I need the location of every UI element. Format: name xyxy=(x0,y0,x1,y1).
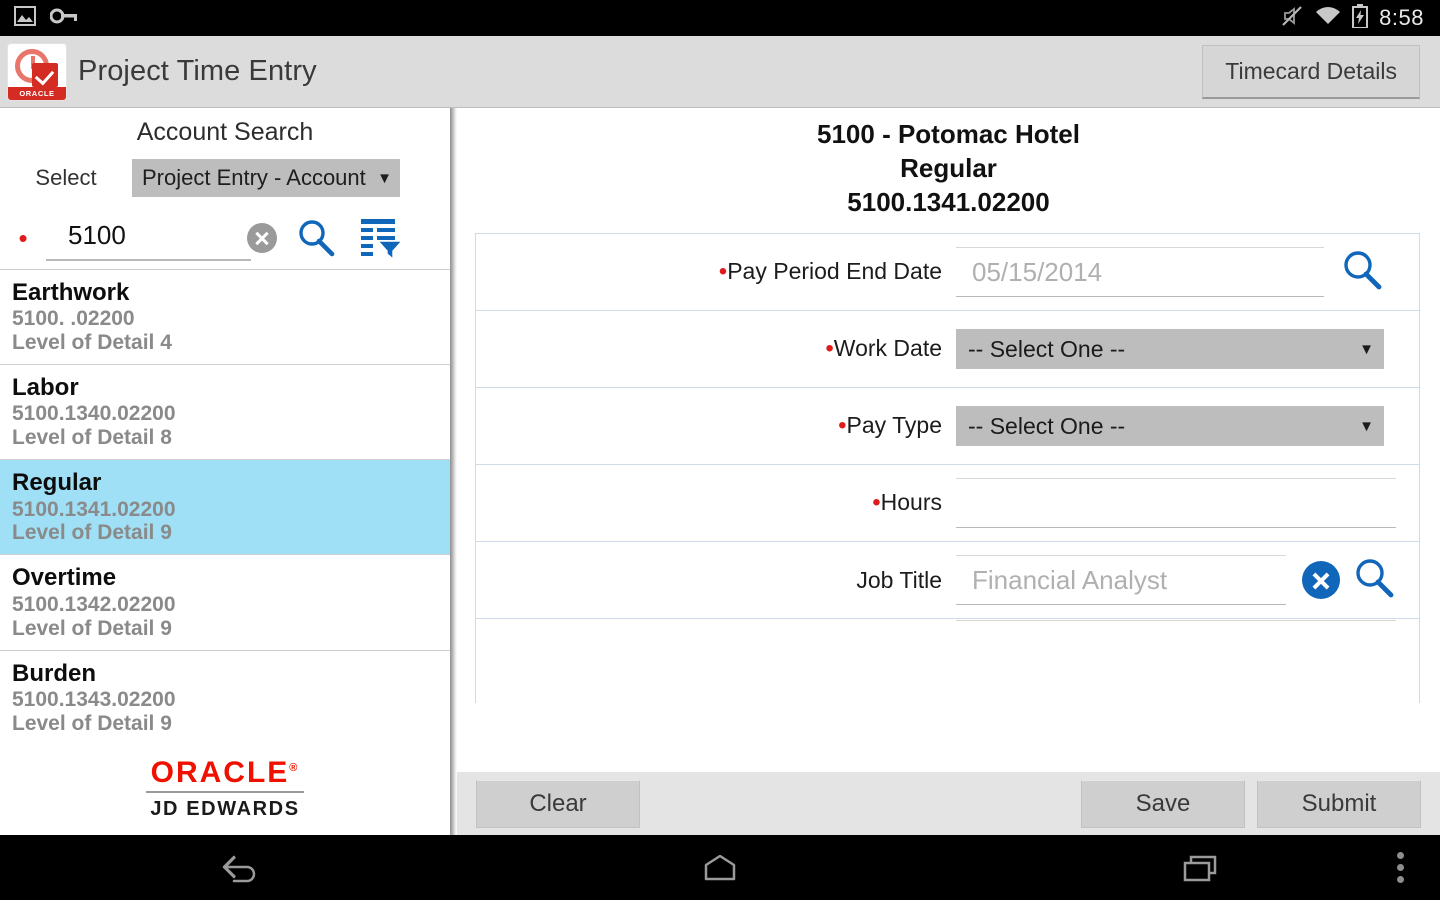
clear-button[interactable]: Clear xyxy=(476,779,640,828)
mute-icon xyxy=(1280,4,1304,33)
work-date-label: •Work Date xyxy=(825,335,942,363)
main-content: Account Search Select Project Entry - Ac… xyxy=(0,108,1440,835)
screen-root: 8:58 ORACLE Project Time Entry Timecard … xyxy=(0,0,1440,900)
account-number: 5100.1343.02200 xyxy=(12,687,176,711)
clear-search-icon[interactable] xyxy=(247,223,277,253)
account-level-of-detail: Level of Detail 4 xyxy=(12,331,172,355)
pay-period-end-date-search-icon[interactable] xyxy=(1340,248,1384,297)
pay-type-dropdown[interactable]: -- Select One -- ▼ xyxy=(956,406,1384,447)
chevron-down-icon: ▼ xyxy=(377,169,392,187)
account-search-input[interactable] xyxy=(46,219,206,255)
account-level-of-detail: Level of Detail 9 xyxy=(12,521,172,545)
chevron-down-icon: ▼ xyxy=(1359,340,1374,358)
search-type-row: Select Project Entry - Account M ▼ xyxy=(0,153,450,207)
account-level-of-detail: Level of Detail 8 xyxy=(12,426,172,450)
account-name: Regular xyxy=(12,469,102,497)
account-level-of-detail: Level of Detail 9 xyxy=(12,711,172,735)
account-search-panel: Account Search Select Project Entry - Ac… xyxy=(0,108,450,835)
more-vert-icon xyxy=(1396,852,1404,883)
wifi-icon xyxy=(1315,6,1341,31)
android-status-bar: 8:58 xyxy=(0,0,1440,36)
pay-period-end-date-label: •Pay Period End Date xyxy=(718,258,942,286)
field-row-pay-type: •Pay Type -- Select One -- ▼ xyxy=(476,388,1419,466)
submit-button[interactable]: Submit xyxy=(1257,779,1421,828)
account-level-of-detail: Level of Detail 9 xyxy=(12,616,172,640)
select-label: Select xyxy=(35,165,97,190)
nav-back-button[interactable] xyxy=(0,851,480,885)
account-search-field xyxy=(46,215,277,261)
form-fields-card: •Pay Period End Date 05/15/2014 •Work Da… xyxy=(475,233,1420,704)
account-name: Burden xyxy=(12,659,96,687)
list-item[interactable]: Overtime 5100.1342.02200 Level of Detail… xyxy=(0,555,450,651)
field-row-next-partial xyxy=(476,619,1419,659)
nav-home-button[interactable] xyxy=(480,851,960,885)
logo-divider xyxy=(146,790,304,793)
field-row-job-title: Job Title Financial Analyst xyxy=(476,542,1419,620)
app-logo-icon: ORACLE xyxy=(8,43,66,100)
job-title-input[interactable]: Financial Analyst xyxy=(956,555,1286,606)
status-bar-system-icons: 8:58 xyxy=(1280,3,1440,33)
form-heading: 5100 - Potomac Hotel Regular 5100.1341.0… xyxy=(457,108,1440,219)
list-item[interactable]: Labor 5100.1340.02200 Level of Detail 8 xyxy=(0,365,450,461)
battery-charging-icon xyxy=(1352,3,1369,33)
job-title-search-icon[interactable] xyxy=(1352,556,1396,605)
panel-divider xyxy=(450,108,457,835)
account-number: 5100.1340.02200 xyxy=(12,402,176,426)
field-row-work-date: •Work Date -- Select One -- ▼ xyxy=(476,311,1419,389)
android-nav-bar xyxy=(0,835,1440,900)
oracle-wordmark: ORACLE® xyxy=(150,755,300,789)
account-results-list: Earthwork 5100. .02200 Level of Detail 4… xyxy=(0,269,450,746)
key-icon xyxy=(49,7,78,30)
page-title: Project Time Entry xyxy=(78,55,317,87)
account-number: 5100.1341.02200 xyxy=(12,497,176,521)
status-bar-clock: 8:58 xyxy=(1379,5,1424,30)
image-icon xyxy=(14,5,36,31)
form-heading-project: 5100 - Potomac Hotel xyxy=(817,119,1080,149)
job-title-clear-icon[interactable] xyxy=(1302,561,1340,600)
pay-type-value: -- Select One -- xyxy=(968,412,1126,439)
required-indicator: • xyxy=(825,335,834,363)
form-action-bar: Clear Save Submit xyxy=(457,772,1440,835)
work-date-value: -- Select One -- xyxy=(968,335,1126,362)
work-date-dropdown[interactable]: -- Select One -- ▼ xyxy=(956,329,1384,370)
account-name: Earthwork xyxy=(12,279,130,306)
field-row-pay-period-end-date: •Pay Period End Date 05/15/2014 xyxy=(476,234,1419,312)
account-number: 5100. .02200 xyxy=(12,307,135,331)
jdedwards-wordmark: JD EDWARDS xyxy=(150,797,300,820)
account-number: 5100.1342.02200 xyxy=(12,592,176,616)
hours-label: •Hours xyxy=(872,489,942,517)
list-item-selected[interactable]: Regular 5100.1341.02200 Level of Detail … xyxy=(0,460,450,556)
nav-overflow-menu-button[interactable] xyxy=(1360,835,1440,900)
oracle-jdedwards-logo: ORACLE® JD EDWARDS xyxy=(0,743,450,835)
field-row-hours: •Hours xyxy=(476,465,1419,543)
form-heading-account-name: Regular xyxy=(900,152,997,183)
chevron-down-icon: ▼ xyxy=(1359,417,1374,435)
time-entry-form-panel: 5100 - Potomac Hotel Regular 5100.1341.0… xyxy=(457,108,1440,835)
required-indicator: • xyxy=(872,489,881,517)
timecard-details-button[interactable]: Timecard Details xyxy=(1202,44,1420,99)
search-type-value: Project Entry - Account M xyxy=(142,165,374,190)
pay-type-label: •Pay Type xyxy=(838,412,942,440)
advanced-filter-icon[interactable] xyxy=(359,217,403,259)
account-search-row: • xyxy=(0,207,450,269)
job-title-label: Job Title xyxy=(856,566,942,593)
list-item[interactable]: Earthwork 5100. .02200 Level of Detail 4 xyxy=(0,270,450,366)
app-logo-oracle-label: ORACLE xyxy=(8,86,66,100)
hours-input[interactable] xyxy=(956,478,1396,529)
next-field-input[interactable] xyxy=(956,620,1396,658)
save-button[interactable]: Save xyxy=(1081,779,1245,828)
search-icon[interactable] xyxy=(295,217,337,259)
form-heading-account-number: 5100.1341.02200 xyxy=(847,186,1050,217)
status-bar-notifications xyxy=(0,5,78,31)
app-header: ORACLE Project Time Entry Timecard Detai… xyxy=(0,36,1440,108)
required-indicator: • xyxy=(718,258,728,286)
search-type-dropdown[interactable]: Project Entry - Account M ▼ xyxy=(132,159,400,197)
account-name: Labor xyxy=(12,374,79,402)
account-search-title: Account Search xyxy=(136,118,314,146)
required-indicator: • xyxy=(838,412,847,440)
pay-period-end-date-input[interactable]: 05/15/2014 xyxy=(956,247,1324,298)
account-name: Overtime xyxy=(12,564,117,592)
list-item[interactable]: Burden 5100.1343.02200 Level of Detail 9 xyxy=(0,650,450,746)
